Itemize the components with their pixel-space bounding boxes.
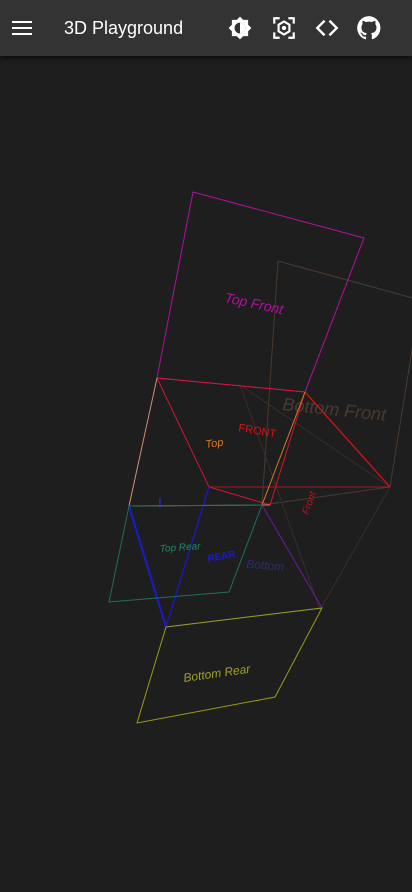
- top-rear-label: Top Rear: [159, 541, 201, 555]
- capture-button[interactable]: [266, 10, 302, 46]
- front-side-label: Front: [300, 489, 319, 516]
- app-title: 3D Playground: [64, 18, 184, 38]
- top-label: Top: [205, 437, 224, 451]
- github-button[interactable]: [351, 10, 387, 46]
- bottom-rear-label: Bottom Rear: [182, 662, 252, 685]
- brightness-icon: [228, 16, 252, 40]
- 3d-viewport[interactable]: Bottom Front Top Front FRONT Top Front R…: [0, 56, 412, 892]
- face-rear: REAR I: [128, 486, 323, 628]
- face-bottom: Bottom: [246, 557, 285, 574]
- theme-toggle-button[interactable]: [222, 10, 258, 46]
- rear-label: REAR: [207, 549, 238, 565]
- code-icon: [315, 19, 339, 37]
- bottom-label: Bottom: [246, 557, 285, 574]
- bottom-front-label: Bottom Front: [282, 394, 389, 425]
- app-bar: 3D Playground: [0, 0, 412, 56]
- view-source-button[interactable]: [309, 10, 345, 46]
- menu-icon: [12, 21, 32, 35]
- menu-button[interactable]: [8, 11, 36, 45]
- cube-net-scene: Bottom Front Top Front FRONT Top Front R…: [108, 191, 412, 724]
- top-front-label: Top Front: [223, 289, 286, 317]
- front-label: FRONT: [237, 422, 277, 440]
- github-icon: [357, 16, 381, 40]
- face-top-front: Top Front: [156, 191, 365, 393]
- camera-focus-icon: [273, 17, 295, 39]
- edge-axis-label: I: [158, 495, 162, 511]
- face-top-rear: Top Rear: [108, 504, 263, 603]
